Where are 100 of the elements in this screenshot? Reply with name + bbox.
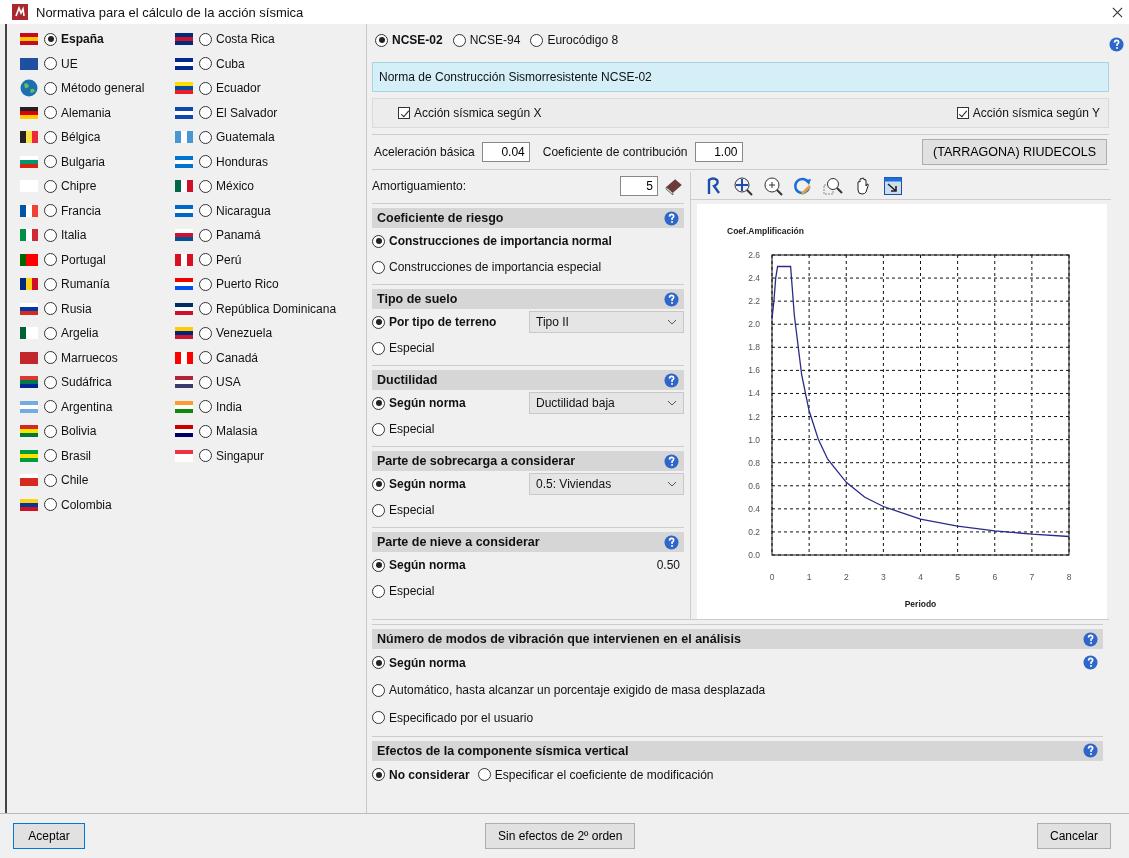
help-icon[interactable] (1109, 37, 1124, 52)
radio-option[interactable]: Honduras (199, 154, 269, 169)
checkbox[interactable]: Acción sísmica según X (398, 106, 542, 120)
help-icon[interactable] (1083, 655, 1098, 671)
radio-option[interactable]: Según norma (372, 655, 466, 670)
section-header: Parte de sobrecarga a considerar (372, 451, 684, 471)
zoom-in-icon[interactable] (763, 175, 783, 196)
radio-option[interactable]: Sudáfrica (44, 375, 112, 390)
radio-option[interactable]: México (199, 179, 254, 194)
tick-label: 0.2 (748, 526, 760, 537)
zoom-window-icon[interactable] (823, 175, 843, 196)
tick-label: 8 (1066, 572, 1072, 582)
radio-option[interactable]: Automático, hasta alcanzar un porcentaje exigido de masa desplazada (372, 683, 766, 698)
flag-icon (20, 498, 38, 511)
radio-option[interactable]: Método general (44, 81, 145, 96)
radio-option[interactable]: Bolivia (44, 424, 97, 439)
radio-option[interactable]: Singapur (199, 448, 265, 463)
caret-icon (667, 400, 677, 406)
radio-option[interactable]: Especial (372, 341, 435, 355)
radio-option[interactable]: Especial (372, 584, 435, 598)
rotate-icon[interactable] (793, 175, 813, 196)
radio-option[interactable]: Panamá (199, 228, 261, 243)
dropdown[interactable]: Tipo II (529, 311, 684, 333)
radio-option[interactable]: Italia (44, 228, 87, 243)
radio-option[interactable]: Marruecos (44, 350, 118, 365)
radio-option[interactable]: Portugal (44, 252, 106, 267)
second-order-button[interactable]: Sin efectos de 2º orden (485, 823, 636, 849)
radio-option[interactable]: No considerar (372, 767, 470, 782)
radio-option[interactable]: El Salvador (199, 105, 278, 120)
norm-radio[interactable]: NCSE-94 (452, 33, 521, 47)
help-icon[interactable] (664, 210, 679, 226)
radio-option[interactable]: Rusia (44, 301, 92, 316)
radio-option[interactable]: Por tipo de terreno (372, 315, 497, 329)
help-icon[interactable] (1083, 743, 1098, 758)
radio-option[interactable]: Venezuela (199, 326, 273, 341)
radio-option[interactable]: Puerto Rico (199, 277, 279, 292)
flag-icon (20, 449, 38, 462)
tick-label: 5 (955, 572, 960, 582)
tick-label: 0.6 (748, 480, 760, 491)
radio-option[interactable]: Según norma (372, 477, 466, 491)
radio-option[interactable]: Especial (372, 422, 435, 436)
location-button[interactable]: (TARRAGONA) RIUDECOLS (922, 139, 1107, 165)
radio-option[interactable]: República Dominicana (199, 301, 337, 316)
export-icon[interactable] (883, 175, 903, 196)
radio-option[interactable]: Alemania (44, 105, 112, 120)
radio-option[interactable]: Construcciones de importancia especial (372, 260, 602, 274)
radio-option[interactable]: Especial (372, 503, 435, 517)
flag-icon (175, 278, 193, 291)
radio-option[interactable]: Especificado por el usuario (372, 710, 534, 725)
radio-option[interactable]: Argentina (44, 399, 113, 414)
flag-icon (175, 155, 193, 168)
radio-option[interactable]: Francia (44, 203, 101, 218)
help-icon[interactable] (1083, 631, 1098, 647)
norm-radio[interactable]: NCSE-02 (375, 33, 443, 47)
tick-label: 1.2 (748, 411, 760, 422)
dropdown[interactable]: Ductilidad baja (529, 392, 684, 414)
radio-option[interactable]: Bulgaria (44, 154, 106, 169)
radio-option[interactable]: Malasia (199, 424, 258, 439)
radio-option[interactable]: India (199, 399, 243, 414)
radio-option[interactable]: Brasil (44, 448, 91, 463)
radio-option[interactable]: Canadá (199, 350, 259, 365)
zoom-extents-icon[interactable] (733, 175, 753, 196)
radio-option[interactable]: Construcciones de importancia normal (372, 234, 612, 248)
radio-option[interactable]: Argelia (44, 326, 99, 341)
radio-option[interactable]: Perú (199, 252, 242, 267)
radio-option[interactable]: Según norma (372, 396, 466, 410)
flag-icon (175, 131, 193, 144)
tick-label: 4 (918, 572, 923, 582)
help-icon[interactable] (664, 372, 679, 388)
caret-icon (667, 481, 677, 487)
radio-option[interactable]: Rumanía (44, 277, 110, 292)
radio-option[interactable]: USA (199, 375, 241, 390)
checkbox[interactable]: Acción sísmica según Y (956, 106, 1100, 120)
radio-option[interactable]: Según norma (372, 558, 466, 572)
input-field[interactable]: 0.04 (481, 142, 530, 162)
radio-option[interactable]: España (44, 32, 104, 47)
help-icon[interactable] (664, 291, 679, 307)
accept-button[interactable]: Aceptar (13, 823, 85, 849)
radio-option[interactable]: Nicaragua (199, 203, 271, 218)
dropdown[interactable]: 0.5: Viviendas (529, 473, 684, 495)
help-icon[interactable] (664, 534, 679, 550)
radio-option[interactable]: Colombia (44, 497, 112, 512)
norm-radio[interactable]: Eurocódigo 8 (530, 33, 619, 47)
radio-option[interactable]: UE (44, 56, 78, 71)
radio-option[interactable]: Especificar el coeficiente de modificación (477, 767, 714, 782)
radio-option[interactable]: Bélgica (44, 130, 101, 145)
cancel-button[interactable]: Cancelar (1036, 823, 1111, 849)
help-icon[interactable] (664, 453, 679, 469)
close-icon[interactable] (1112, 6, 1123, 18)
radio-option[interactable]: Chipre (44, 179, 97, 194)
input-field[interactable]: 1.00 (694, 142, 743, 162)
flag-icon (175, 229, 193, 242)
tick-label: 1.8 (748, 342, 760, 353)
radio-option[interactable]: Guatemala (199, 130, 275, 145)
radio-option[interactable]: Ecuador (199, 81, 261, 96)
flag-icon (175, 253, 193, 266)
radio-option[interactable]: Costa Rica (199, 32, 275, 47)
radio-option[interactable]: Cuba (199, 56, 245, 71)
radio-option[interactable]: Chile (44, 473, 89, 488)
input-field[interactable]: 5 (620, 175, 658, 196)
